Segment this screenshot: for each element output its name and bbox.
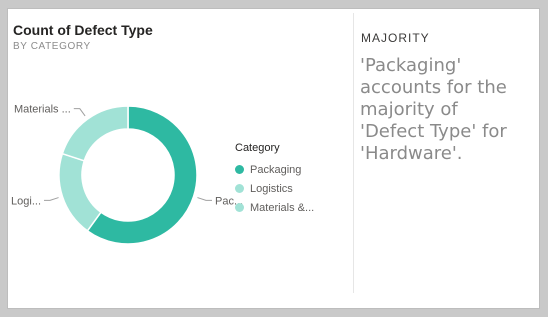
insight-text: 'Packaging' accounts for the majority of…: [360, 55, 507, 164]
legend-dot-icon: [235, 184, 244, 193]
donut-slice-logistics[interactable]: [58, 152, 103, 232]
legend-label: Materials &...: [250, 201, 315, 214]
slice-label: Materials ...: [14, 104, 71, 116]
leader-line: [197, 197, 212, 201]
slice-label: Logi...: [11, 195, 41, 207]
leader-line: [73, 108, 86, 117]
insight-heading: MAJORITY: [361, 31, 430, 45]
legend-label: Logistics: [250, 182, 293, 195]
legend-dot-icon: [235, 203, 244, 212]
legend-item-materials[interactable]: Materials &...: [235, 198, 314, 217]
legend-dot-icon: [235, 165, 244, 174]
leader-line: [44, 197, 59, 201]
legend-item-logistics[interactable]: Logistics: [235, 179, 314, 198]
legend: Category Packaging Logistics Materials &…: [235, 142, 314, 217]
legend-label: Packaging: [250, 163, 302, 176]
legend-item-packaging[interactable]: Packaging: [235, 160, 314, 179]
legend-title: Category: [235, 142, 280, 154]
donut-slice-materials[interactable]: [61, 105, 129, 162]
